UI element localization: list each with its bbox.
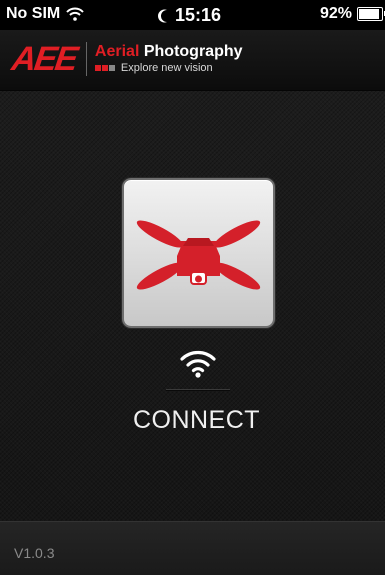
aee-logo: AEE Aerial Photography Explore new visio… bbox=[9, 40, 243, 78]
connect-button[interactable]: CONNECT bbox=[0, 406, 385, 435]
battery-icon bbox=[357, 7, 385, 21]
app-header: AEE Aerial Photography Explore new visio… bbox=[0, 30, 385, 91]
logo-divider bbox=[85, 42, 87, 76]
logo-squares-icon bbox=[94, 61, 116, 75]
quadcopter-drone-icon bbox=[136, 220, 261, 290]
logo-tagline: Explore new vision bbox=[120, 62, 213, 74]
logo-brand: AEE bbox=[9, 40, 79, 78]
app-screen: No SIM 15:16 92% AEE Aerial Photography … bbox=[0, 0, 385, 575]
status-right: 92% bbox=[319, 5, 385, 23]
carrier-label: No SIM bbox=[6, 5, 61, 22]
battery-fill bbox=[359, 9, 380, 19]
time-label: 15:16 bbox=[175, 5, 222, 25]
logo-tagline-row: Explore new vision bbox=[94, 61, 243, 75]
drone-connect-tile[interactable] bbox=[122, 178, 275, 328]
status-bar: No SIM 15:16 92% bbox=[0, 0, 385, 30]
battery-percent: 92% bbox=[319, 5, 352, 22]
logo-title-photography: Photography bbox=[143, 43, 243, 60]
moon-icon bbox=[158, 9, 167, 22]
separator-line bbox=[166, 389, 230, 390]
status-center: 15:16 bbox=[158, 5, 221, 26]
wifi-status-icon bbox=[66, 7, 84, 21]
logo-title: Aerial Photography bbox=[95, 43, 243, 61]
status-left: No SIM bbox=[6, 5, 84, 23]
logo-title-aerial: Aerial bbox=[94, 43, 140, 60]
version-label: V1.0.3 bbox=[14, 545, 55, 561]
wifi-icon bbox=[180, 351, 216, 378]
logo-text: Aerial Photography Explore new vision bbox=[94, 43, 243, 75]
app-footer: V1.0.3 bbox=[0, 521, 385, 575]
